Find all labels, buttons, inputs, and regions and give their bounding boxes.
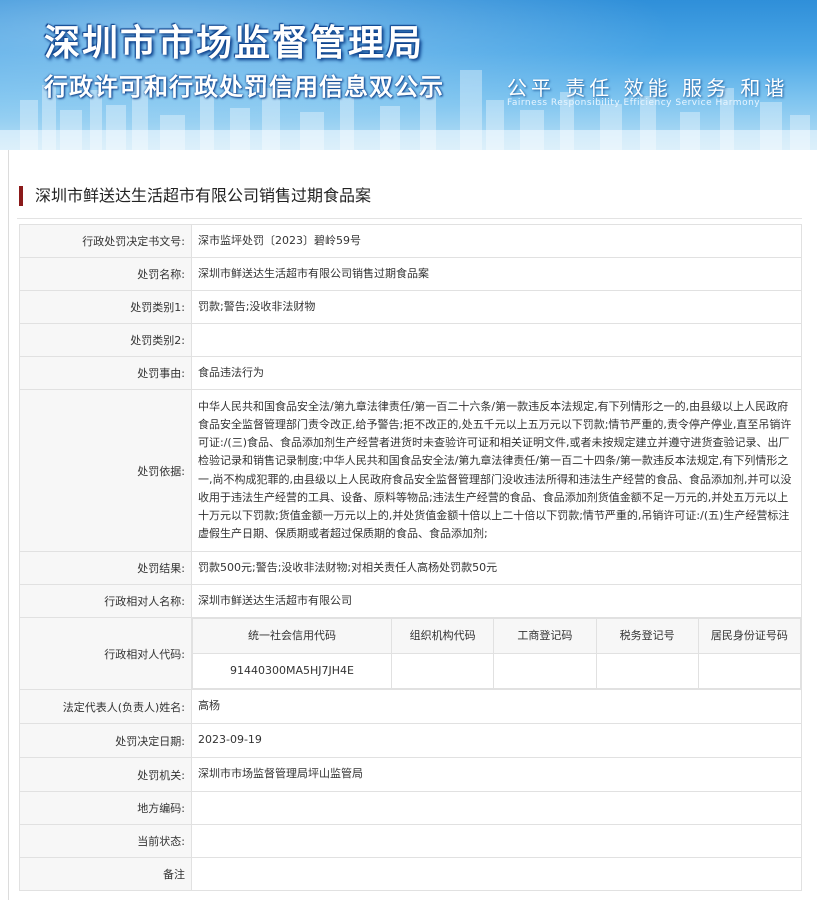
value-region-code xyxy=(191,791,802,825)
title-divider xyxy=(17,218,802,219)
banner-slogan-english: Fairness Responsibility Efficiency Servi… xyxy=(507,98,761,108)
value-penalty-name: 深圳市鲜送达生活超市有限公司销售过期食品案 xyxy=(191,257,802,291)
banner-slogan: 公平 责任 效能 服务 和谐 xyxy=(507,76,789,100)
value-tax-reg-no xyxy=(595,653,699,689)
row-reason: 处罚事由: 食品违法行为 xyxy=(19,356,802,390)
header-credit-code: 统一社会信用代码 xyxy=(192,618,392,654)
value-reason: 食品违法行为 xyxy=(191,356,802,390)
label-party-code: 行政相对人代码: xyxy=(19,617,192,690)
party-code-cell: 统一社会信用代码 组织机构代码 工商登记码 税务登记号 居民身份证号码 9144… xyxy=(191,617,802,690)
label-result: 处罚结果: xyxy=(19,551,192,585)
value-org-code xyxy=(390,653,495,689)
value-credit-code: 91440300MA5HJ7JH4E xyxy=(192,653,392,689)
label-authority: 处罚机关: xyxy=(19,757,192,792)
value-result: 罚款500元;警告;没收非法财物;对相关责任人高杨处罚款50元 xyxy=(191,551,802,585)
detail-page: 深圳市鲜送达生活超市有限公司销售过期食品案 行政处罚决定书文号: 深市监坪处罚〔… xyxy=(8,150,817,900)
header-org-code: 组织机构代码 xyxy=(390,618,495,654)
row-penalty-name: 处罚名称: 深圳市鲜送达生活超市有限公司销售过期食品案 xyxy=(19,257,802,291)
row-status: 当前状态: xyxy=(19,824,802,858)
value-remark xyxy=(191,857,802,891)
penalty-info-table: 行政处罚决定书文号: 深市监坪处罚〔2023〕碧岭59号 处罚名称: 深圳市鲜送… xyxy=(19,224,802,891)
label-region-code: 地方编码: xyxy=(19,791,192,825)
row-remark: 备注 xyxy=(19,857,802,891)
case-title: 深圳市鲜送达生活超市有限公司销售过期食品案 xyxy=(19,186,371,206)
label-decision-no: 行政处罚决定书文号: xyxy=(19,224,192,258)
site-banner: 深圳市市场监督管理局 行政许可和行政处罚信用信息双公示 公平 责任 效能 服务 … xyxy=(0,0,817,150)
label-legal-rep: 法定代表人(负责人)姓名: xyxy=(19,689,192,724)
value-category1: 罚款;警告;没收非法财物 xyxy=(191,290,802,324)
row-category1: 处罚类别1: 罚款;警告;没收非法财物 xyxy=(19,290,802,324)
row-party-code: 行政相对人代码: 统一社会信用代码 组织机构代码 工商登记码 税务登记号 居民身… xyxy=(19,617,802,690)
label-category2: 处罚类别2: xyxy=(19,323,192,357)
label-status: 当前状态: xyxy=(19,824,192,858)
row-authority: 处罚机关: 深圳市市场监督管理局坪山监管局 xyxy=(19,757,802,792)
label-party-name: 行政相对人名称: xyxy=(19,584,192,618)
value-authority: 深圳市市场监督管理局坪山监管局 xyxy=(191,757,802,792)
party-code-header-row: 统一社会信用代码 组织机构代码 工商登记码 税务登记号 居民身份证号码 xyxy=(192,618,802,654)
label-basis: 处罚依据: xyxy=(19,389,192,552)
label-category1: 处罚类别1: xyxy=(19,290,192,324)
value-decision-date: 2023-09-19 xyxy=(191,723,802,758)
value-party-name: 深圳市鲜送达生活超市有限公司 xyxy=(191,584,802,618)
label-remark: 备注 xyxy=(19,857,192,891)
label-decision-date: 处罚决定日期: xyxy=(19,723,192,758)
value-legal-rep: 高杨 xyxy=(191,689,802,724)
value-business-reg-code xyxy=(493,653,597,689)
row-region-code: 地方编码: xyxy=(19,791,802,825)
row-legal-rep: 法定代表人(负责人)姓名: 高杨 xyxy=(19,689,802,724)
party-code-value-row: 91440300MA5HJ7JH4E xyxy=(192,653,802,689)
row-decision-date: 处罚决定日期: 2023-09-19 xyxy=(19,723,802,758)
value-id-number xyxy=(697,653,802,689)
header-tax-reg-no: 税务登记号 xyxy=(595,618,699,654)
row-basis: 处罚依据: 中华人民共和国食品安全法/第九章法律责任/第一百二十六条/第一款违反… xyxy=(19,389,802,552)
header-business-reg-code: 工商登记码 xyxy=(493,618,597,654)
row-decision-no: 行政处罚决定书文号: 深市监坪处罚〔2023〕碧岭59号 xyxy=(19,224,802,258)
party-code-table: 统一社会信用代码 组织机构代码 工商登记码 税务登记号 居民身份证号码 9144… xyxy=(192,618,802,689)
row-category2: 处罚类别2: xyxy=(19,323,802,357)
label-penalty-name: 处罚名称: xyxy=(19,257,192,291)
value-status xyxy=(191,824,802,858)
banner-subtitle: 行政许可和行政处罚信用信息双公示 xyxy=(44,73,444,101)
label-reason: 处罚事由: xyxy=(19,356,192,390)
value-decision-no: 深市监坪处罚〔2023〕碧岭59号 xyxy=(191,224,802,258)
value-category2 xyxy=(191,323,802,357)
header-id-number: 居民身份证号码 xyxy=(697,618,802,654)
value-basis: 中华人民共和国食品安全法/第九章法律责任/第一百二十六条/第一款违反本法规定,有… xyxy=(191,389,802,552)
banner-title: 深圳市市场监督管理局 xyxy=(44,23,425,64)
row-party-name: 行政相对人名称: 深圳市鲜送达生活超市有限公司 xyxy=(19,584,802,618)
row-result: 处罚结果: 罚款500元;警告;没收非法财物;对相关责任人高杨处罚款50元 xyxy=(19,551,802,585)
